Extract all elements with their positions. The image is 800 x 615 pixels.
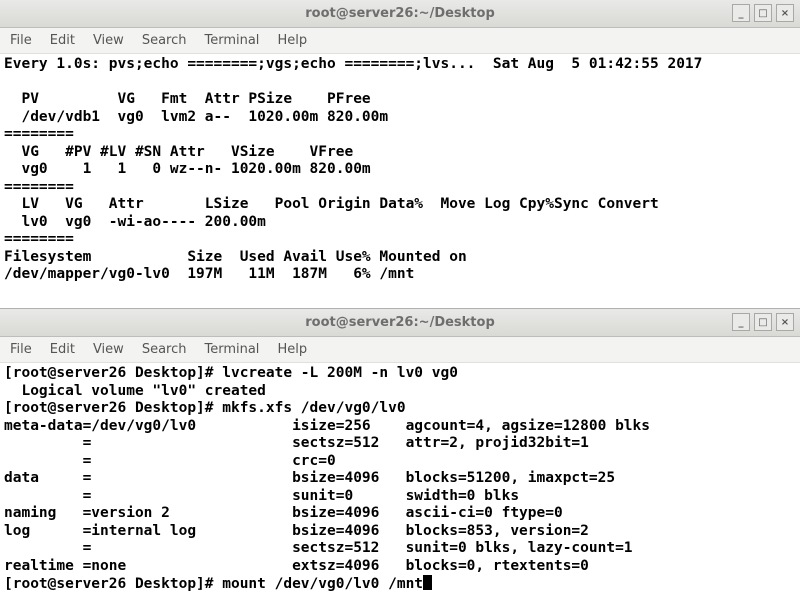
window-controls-2: _ □ ×	[732, 313, 794, 331]
term-line: Every 1.0s: pvs;echo ========;vgs;echo =…	[4, 56, 702, 72]
term-line: [root@server26 Desktop]# mkfs.xfs /dev/v…	[4, 400, 406, 416]
menu-search[interactable]: Search	[142, 342, 187, 357]
minimize-button[interactable]: _	[732, 4, 750, 22]
term-line: realtime =none extsz=4096 blocks=0, rtex…	[4, 558, 589, 574]
term-line: = sectsz=512 sunit=0 blks, lazy-count=1	[4, 540, 633, 556]
menu-file[interactable]: File	[10, 342, 32, 357]
term-line: vg0 1 1 0 wz--n- 1020.00m 820.00m	[4, 161, 371, 177]
menu-search[interactable]: Search	[142, 33, 187, 48]
term-line: PV VG Fmt Attr PSize PFree	[4, 91, 371, 107]
window-title: root@server26:~/Desktop	[305, 315, 495, 330]
maximize-icon: □	[758, 317, 767, 328]
term-line: LV VG Attr LSize Pool Origin Data% Move …	[4, 196, 659, 212]
terminal-window-1: root@server26:~/Desktop _ □ × File Edit …	[0, 0, 800, 288]
terminal-window-2: root@server26:~/Desktop _ □ × File Edit …	[0, 308, 800, 598]
term-line: naming =version 2 bsize=4096 ascii-ci=0 …	[4, 505, 563, 521]
close-button[interactable]: ×	[776, 313, 794, 331]
term-line: VG #PV #LV #SN Attr VSize VFree	[4, 144, 353, 160]
term-line: [root@server26 Desktop]# lvcreate -L 200…	[4, 365, 458, 381]
window-title: root@server26:~/Desktop	[305, 6, 495, 21]
term-line: /dev/mapper/vg0-lv0 197M 11M 187M 6% /mn…	[4, 266, 414, 282]
term-line: ========	[4, 126, 74, 142]
maximize-icon: □	[758, 8, 767, 19]
term-line: = sunit=0 swidth=0 blks	[4, 488, 519, 504]
term-line: ========	[4, 231, 74, 247]
term-line: ========	[4, 179, 74, 195]
menu-help[interactable]: Help	[277, 342, 307, 357]
menu-edit[interactable]: Edit	[50, 342, 75, 357]
term-line: data = bsize=4096 blocks=51200, imaxpct=…	[4, 470, 615, 486]
menu-view[interactable]: View	[93, 342, 124, 357]
term-line: meta-data=/dev/vg0/lv0 isize=256 agcount…	[4, 418, 650, 434]
menu-help[interactable]: Help	[277, 33, 307, 48]
minimize-icon: _	[739, 8, 744, 19]
term-line: lv0 vg0 -wi-ao---- 200.00m	[4, 214, 266, 230]
terminal-output-1[interactable]: Every 1.0s: pvs;echo ========;vgs;echo =…	[0, 54, 800, 288]
menu-terminal[interactable]: Terminal	[204, 342, 259, 357]
menubar-1: File Edit View Search Terminal Help	[0, 28, 800, 54]
menu-view[interactable]: View	[93, 33, 124, 48]
menu-file[interactable]: File	[10, 33, 32, 48]
window-controls-1: _ □ ×	[732, 4, 794, 22]
menu-edit[interactable]: Edit	[50, 33, 75, 48]
minimize-icon: _	[739, 317, 744, 328]
titlebar-2[interactable]: root@server26:~/Desktop _ □ ×	[0, 309, 800, 337]
term-line: log =internal log bsize=4096 blocks=853,…	[4, 523, 589, 539]
menubar-2: File Edit View Search Terminal Help	[0, 337, 800, 363]
close-icon: ×	[781, 317, 789, 328]
menu-terminal[interactable]: Terminal	[204, 33, 259, 48]
close-button[interactable]: ×	[776, 4, 794, 22]
minimize-button[interactable]: _	[732, 313, 750, 331]
term-line: /dev/vdb1 vg0 lvm2 a-- 1020.00m 820.00m	[4, 109, 388, 125]
maximize-button[interactable]: □	[754, 313, 772, 331]
term-line: Logical volume "lv0" created	[4, 383, 266, 399]
term-prompt-line: [root@server26 Desktop]# mount /dev/vg0/…	[4, 576, 423, 592]
term-line: = crc=0	[4, 453, 336, 469]
maximize-button[interactable]: □	[754, 4, 772, 22]
term-line: = sectsz=512 attr=2, projid32bit=1	[4, 435, 589, 451]
titlebar-1[interactable]: root@server26:~/Desktop _ □ ×	[0, 0, 800, 28]
terminal-cursor	[423, 575, 432, 590]
close-icon: ×	[781, 8, 789, 19]
terminal-output-2[interactable]: [root@server26 Desktop]# lvcreate -L 200…	[0, 363, 800, 598]
term-line: Filesystem Size Used Avail Use% Mounted …	[4, 249, 467, 265]
